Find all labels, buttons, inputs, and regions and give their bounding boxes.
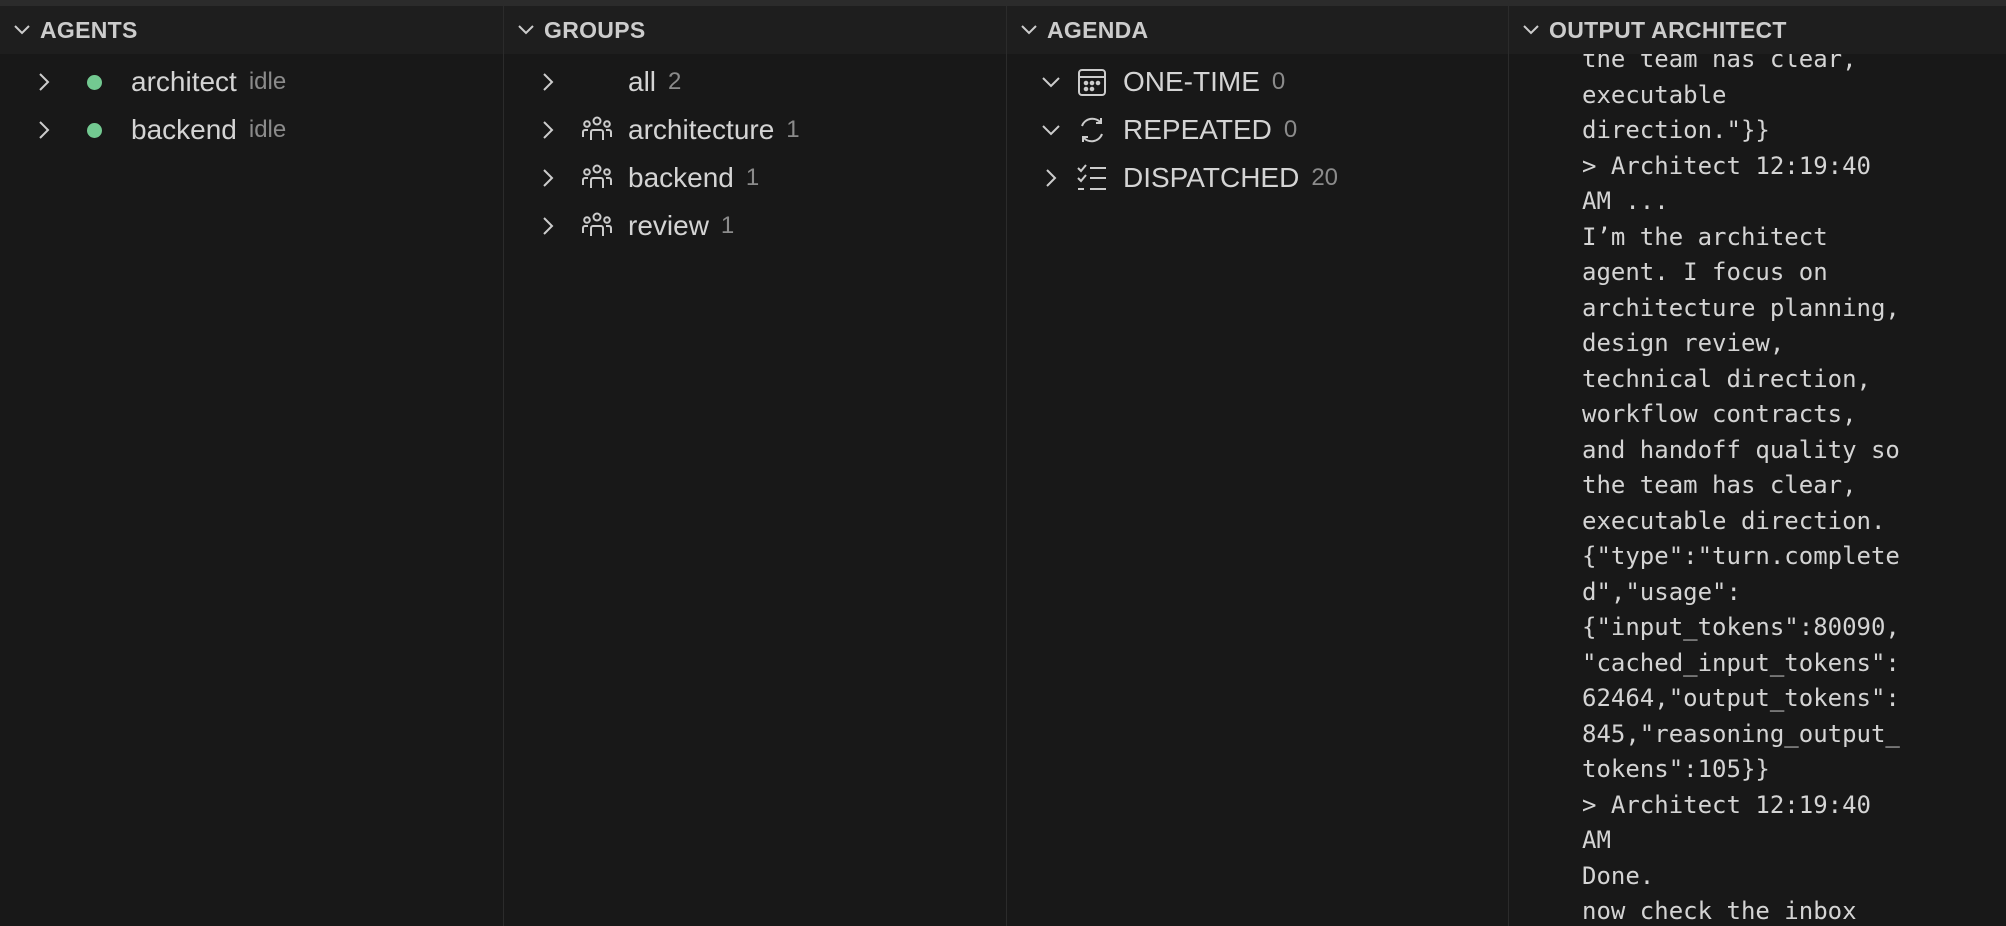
agenda-section-count: 20: [1311, 164, 1339, 191]
output-log-line: agent. I focus on: [1582, 258, 1828, 286]
group-item-all[interactable]: all 2: [504, 58, 1006, 106]
output-log-line: workflow contracts,: [1582, 400, 1857, 428]
agenda-item-one-time[interactable]: ONE-TIME 0: [1007, 58, 1508, 106]
group-name: review: [628, 210, 709, 241]
status-dot-icon: [87, 74, 102, 90]
group-count: 2: [668, 68, 682, 95]
chevron-right-icon[interactable]: [1039, 166, 1063, 190]
group-name: backend: [628, 162, 734, 193]
output-log-line: {"input_tokens":80090,: [1582, 613, 1900, 641]
chevron-right-icon[interactable]: [32, 70, 56, 94]
output-log-line: 62464,"output_tokens":: [1582, 684, 1900, 712]
agent-item-architect[interactable]: architect idle: [0, 58, 503, 106]
output-log-line: direction."}}: [1582, 116, 1770, 144]
output-log-line: architecture planning,: [1582, 293, 1900, 322]
chevron-right-icon[interactable]: [32, 118, 56, 142]
output-log-line: and handoff quality so: [1582, 435, 1900, 464]
chevron-down-icon: [1521, 20, 1541, 40]
people-group-icon: [580, 161, 614, 195]
groups-view-title: GROUPS: [544, 16, 646, 43]
output-log-line: the team has clear,: [1582, 471, 1857, 499]
output-log: the team has clear, executable direction."…: [1582, 42, 2002, 926]
agenda-item-dispatched[interactable]: DISPATCHED 20: [1007, 154, 1508, 202]
agenda-tree: ONE-TIME 0 REPEATED 0 DISPATCHED 20: [1007, 54, 1508, 202]
chevron-right-icon[interactable]: [536, 70, 560, 94]
group-count: 1: [745, 164, 760, 191]
agenda-section-name: ONE-TIME: [1123, 66, 1260, 97]
sync-icon: [1075, 113, 1109, 147]
output-view-header[interactable]: OUTPUT ARCHITECT: [1509, 6, 2006, 54]
groups-view-header[interactable]: GROUPS: [504, 6, 1006, 54]
chevron-right-icon[interactable]: [536, 166, 560, 190]
group-name: all: [628, 66, 657, 97]
agents-view-title: AGENTS: [40, 16, 138, 43]
output-log-line: "cached_input_tokens":: [1582, 648, 1900, 677]
output-log-line: now check the inbox: [1582, 897, 1857, 925]
agenda-section-name: REPEATED: [1123, 114, 1272, 145]
group-item-architecture[interactable]: architecture 1: [504, 106, 1006, 154]
agenda-view-title: AGENDA: [1047, 16, 1149, 43]
chevron-down-icon[interactable]: [1039, 118, 1063, 142]
chevron-right-icon[interactable]: [536, 118, 560, 142]
calendar-icon: [1075, 65, 1109, 99]
output-log-line: 845,"reasoning_output_: [1582, 719, 1900, 748]
chevron-down-icon[interactable]: [1039, 70, 1063, 94]
agents-view-header[interactable]: AGENTS: [0, 6, 503, 54]
output-log-line: executable: [1582, 80, 1727, 109]
agent-status: idle: [248, 116, 287, 143]
groups-tree: all 2 architecture 1 backend 1 review 1: [504, 54, 1006, 250]
output-view: the team has clear, executable direction."…: [1509, 6, 2006, 926]
agenda-section-count: 0: [1271, 68, 1286, 95]
agents-view: AGENTS architect idle backend idle: [0, 6, 504, 926]
group-item-backend[interactable]: backend 1: [504, 154, 1006, 202]
chevron-down-icon: [1019, 20, 1039, 40]
output-log-line: > Architect 12:19:40: [1582, 790, 1871, 819]
agent-name: architect: [131, 66, 237, 97]
agenda-view: AGENDA ONE-TIME 0 REPEATED 0 DISPATCHED …: [1007, 6, 1509, 926]
agents-tree: architect idle backend idle: [0, 54, 503, 154]
chevron-right-icon[interactable]: [536, 214, 560, 238]
output-log-line: AM: [1582, 826, 1611, 854]
output-log-line: design review,: [1582, 329, 1785, 357]
status-dot-icon: [87, 122, 102, 138]
agent-status: idle: [248, 68, 287, 95]
group-item-review[interactable]: review 1: [504, 202, 1006, 250]
checklist-icon: [1075, 161, 1109, 195]
group-name: architecture: [628, 114, 775, 145]
output-view-title: OUTPUT ARCHITECT: [1549, 16, 1787, 43]
output-log-line: > Architect 12:19:40: [1582, 151, 1871, 180]
agent-name: backend: [131, 114, 237, 145]
chevron-down-icon: [12, 20, 32, 40]
output-log-line: technical direction,: [1582, 364, 1871, 393]
output-log-line: AM ...: [1582, 187, 1669, 215]
group-count: 1: [720, 212, 735, 239]
agenda-item-repeated[interactable]: REPEATED 0: [1007, 106, 1508, 154]
output-log-line: Done.: [1582, 861, 1655, 890]
agenda-section-name: DISPATCHED: [1123, 162, 1300, 193]
output-log-line: I’m the architect: [1582, 222, 1828, 251]
groups-view: GROUPS all 2 architecture 1 backend 1 re…: [504, 6, 1007, 926]
people-group-icon: [580, 113, 614, 147]
group-count: 1: [786, 116, 800, 143]
chevron-down-icon: [516, 20, 536, 40]
people-group-icon: [580, 209, 614, 243]
output-log-line: d","usage":: [1582, 577, 1741, 606]
panel-container: AGENTS architect idle backend idle GROUP…: [0, 6, 2006, 926]
output-log-line: tokens":105}}: [1582, 755, 1770, 783]
agenda-view-header[interactable]: AGENDA: [1007, 6, 1508, 54]
agenda-section-count: 0: [1283, 116, 1298, 143]
output-log-line: executable direction.: [1582, 506, 1886, 535]
agent-item-backend[interactable]: backend idle: [0, 106, 503, 154]
output-log-line: {"type":"turn.complete: [1582, 542, 1900, 570]
icon-placeholder: [580, 65, 614, 99]
